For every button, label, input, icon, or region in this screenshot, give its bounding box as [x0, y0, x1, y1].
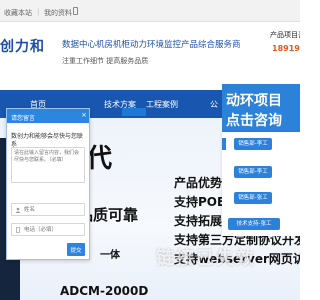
service-contact-list: 销售部-李工 销售部-李工 销售部-张工 技术支持-张工 [222, 132, 300, 236]
submit-button[interactable]: 提交 [67, 243, 85, 256]
phone-input[interactable] [24, 225, 82, 234]
dialog-title: 请您留言 [11, 115, 36, 122]
svc-marker [222, 138, 226, 150]
phone-field[interactable] [11, 223, 85, 236]
banner-integrated-text: 一体 [100, 250, 120, 261]
site-header: 创力和 数据中心机房机柜动力环境监控产品综合服务商 注重工作细节 提高服务品质 … [0, 22, 300, 82]
phone-icon [16, 227, 20, 233]
topbar-separator: | [37, 8, 40, 16]
name-field[interactable] [11, 203, 85, 216]
service-contact-item[interactable]: 销售部-张工 [234, 192, 272, 204]
bookmark-link[interactable]: 收藏本站 [4, 8, 32, 18]
hotline-label: 产品项目咨询 [270, 31, 300, 39]
banner-product-model: ADCM-2000D [60, 284, 149, 298]
site-logo[interactable]: 创力和 [0, 36, 45, 56]
close-icon[interactable]: × [81, 112, 87, 119]
consult-line-2: 点击咨询 [226, 113, 282, 129]
service-contact-item[interactable]: 销售部-李工 [234, 138, 272, 150]
nav-item-cases[interactable]: 工程案例 [146, 99, 178, 110]
user-icon [15, 207, 21, 213]
mobile-phone-icon[interactable] [73, 7, 78, 15]
hotline-number[interactable]: 18919176 [272, 44, 300, 53]
banner-accent-strip [122, 108, 146, 116]
dialog-header: 请您留言 × [7, 109, 89, 123]
nav-item-company[interactable]: 公 [210, 99, 218, 110]
profile-link[interactable]: 我的资料 [44, 8, 72, 18]
consult-button[interactable]: 动环项目 点击咨询 [222, 84, 300, 132]
consult-line-1: 动环项目 [226, 93, 282, 109]
company-tagline: 数据中心机房机柜动力环境监控产品综合服务商 [62, 40, 241, 50]
watermark-text: 链接已失效 [156, 248, 256, 269]
service-slogan: 注重工作细节 提高服务品质 [62, 57, 149, 65]
service-contact-item[interactable]: 技术支持-张工 [228, 218, 280, 230]
message-textarea[interactable] [11, 147, 85, 183]
service-contact-item[interactable]: 销售部-李工 [234, 166, 272, 178]
message-dialog: 请您留言 × 数创力和能够会尽快与您联系 提交 [6, 108, 90, 260]
name-input[interactable] [24, 205, 82, 214]
top-bar: 收藏本站 | 我的资料 [0, 0, 300, 22]
